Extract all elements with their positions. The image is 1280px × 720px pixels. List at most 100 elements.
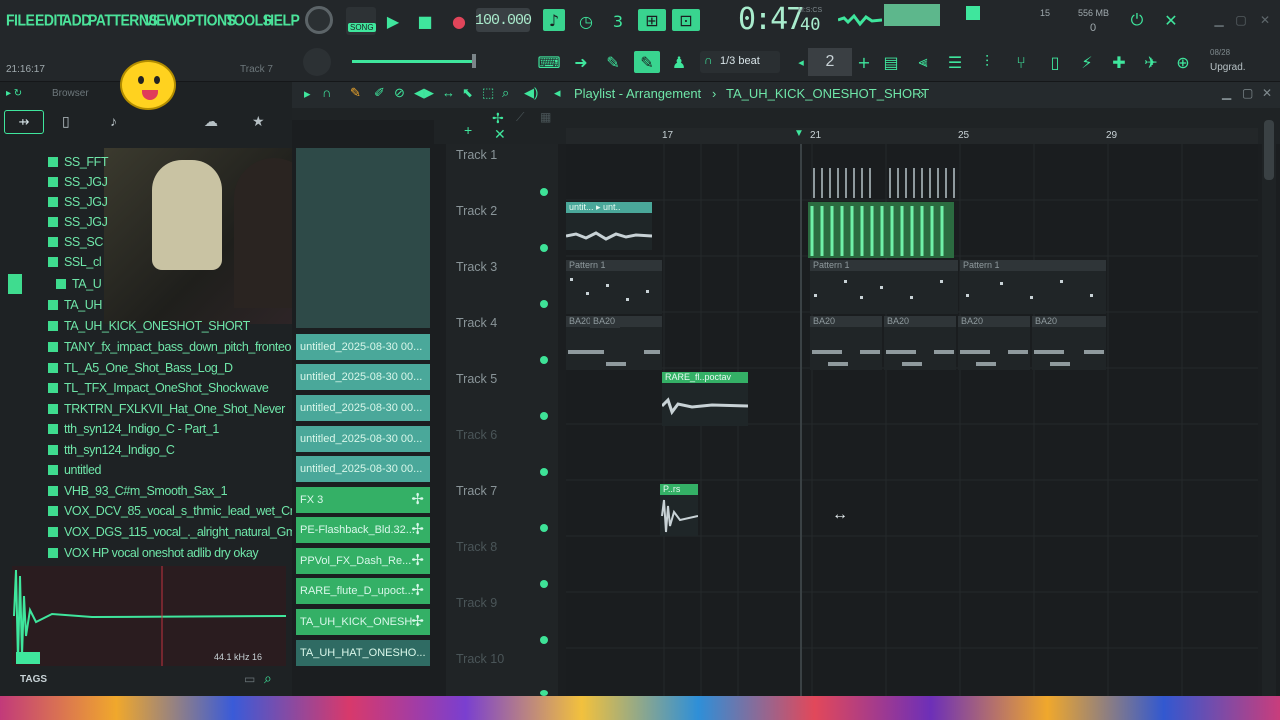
song-mode-toggle[interactable]: SONG <box>346 7 376 35</box>
clip-pattern[interactable]: Pattern 1 <box>566 260 662 314</box>
track-mute-toggle[interactable] <box>540 468 548 476</box>
menu-edit[interactable]: EDIT <box>35 11 65 29</box>
track-mute-toggle[interactable] <box>540 244 548 252</box>
browser-files-icon[interactable]: ▯ <box>62 113 70 130</box>
clip-audio[interactable]: P..rs <box>660 484 698 536</box>
list-item[interactable]: VOX_DGS_115_vocal_._alright_natural_Gm <box>48 522 296 542</box>
paint-icon[interactable]: ✐ <box>374 85 385 101</box>
select-box-icon[interactable]: ⬚ <box>482 85 494 101</box>
list-item[interactable]: SS_JGJ <box>48 212 108 232</box>
clip-bass-pattern[interactable]: BA20 <box>1032 316 1106 370</box>
channel-rack-icon[interactable]: ⫷ <box>912 51 934 73</box>
playlist-maximize-icon[interactable]: ▢ <box>1242 86 1253 100</box>
preview-play-button[interactable] <box>16 652 40 664</box>
vertical-scrollbar[interactable] <box>1262 110 1276 696</box>
clip-pattern[interactable]: Pattern 1 <box>810 260 958 314</box>
list-item[interactable]: VHB_93_C#m_Smooth_Sax_1 <box>48 481 228 501</box>
blend-notes-icon[interactable]: ⊞ <box>638 9 666 31</box>
breadcrumb[interactable]: TA_UH_KICK_ONESHOT_SHORT <box>726 86 929 101</box>
picker-pattern[interactable]: PPVol_FX_Dash_Re... ✢ <box>296 548 430 574</box>
menu-add[interactable]: ADD <box>62 11 91 29</box>
browser-favorites-icon[interactable]: ★ <box>252 113 265 130</box>
clip-bass-pattern-inner[interactable]: BA20 <box>590 316 620 328</box>
mixer-icon[interactable]: ⫶ <box>976 51 998 73</box>
clip-hat-pattern[interactable] <box>810 148 960 200</box>
track-mode-icon[interactable]: ✢ <box>492 110 504 127</box>
remove-track-icon[interactable]: ✕ <box>494 126 506 143</box>
record-icon[interactable]: ● <box>448 10 470 32</box>
list-item[interactable]: tth_syn124_Indigo_C <box>48 440 175 460</box>
picker-pattern[interactable]: PE-Flashback_Bld.32... ✢ <box>296 517 430 543</box>
list-item[interactable]: SS_SC <box>48 232 103 252</box>
playlist-icon[interactable]: ▤ <box>880 51 902 73</box>
track-label[interactable]: Track 4 <box>456 316 497 330</box>
folder-icon[interactable]: ▭ <box>244 672 255 686</box>
picker-clip[interactable]: untitled_2025-08-30 00... <box>296 426 430 452</box>
stamp-icon[interactable]: ♟ <box>668 51 690 73</box>
draw-mode-icon[interactable]: ✎ <box>634 51 660 73</box>
microphone-icon[interactable]: ✚ <box>1108 51 1130 73</box>
track-label[interactable]: Track 2 <box>456 204 497 218</box>
track-mute-toggle[interactable] <box>540 412 548 420</box>
snap-select[interactable]: ∩ 1/3 beat <box>700 51 780 73</box>
track-mute-toggle[interactable] <box>540 356 548 364</box>
master-volume-knob[interactable] <box>305 6 333 34</box>
browser-cloud-icon[interactable]: ☁ <box>204 113 218 130</box>
browser-options-icon[interactable]: ▸ ↻ <box>6 88 22 99</box>
mute-icon[interactable]: ◀▶ <box>414 85 434 101</box>
clip-pattern[interactable]: Pattern 1 <box>960 260 1106 314</box>
list-item[interactable]: SSL_cl <box>48 252 102 272</box>
menu-file[interactable]: FILE <box>6 11 35 29</box>
clip-audio[interactable]: RARE_fl..poctav <box>662 372 748 426</box>
menu-help[interactable]: HELP <box>264 11 300 29</box>
picker-clip[interactable]: untitled_2025-08-30 00... <box>296 364 430 390</box>
browser-plugin-icon[interactable]: ♪ <box>110 113 117 129</box>
list-item[interactable]: tth_syn124_Indigo_C - Part_1 <box>48 419 219 439</box>
playlist-minimize-icon[interactable]: ▁ <box>1222 86 1231 100</box>
magnet-snap-icon[interactable]: ∩ <box>322 85 331 100</box>
loop-record-icon[interactable]: ⊡ <box>672 9 700 31</box>
track-label[interactable]: Track 5 <box>456 372 497 386</box>
timeline-ruler[interactable]: 17 21 25 29 ▼ <box>566 128 1258 144</box>
clip-bass-pattern[interactable]: BA20 <box>958 316 1030 370</box>
list-item[interactable]: TL_A5_One_Shot_Bass_Log_D <box>48 358 233 378</box>
clip-audio[interactable]: untit... ▸ unt.. <box>566 202 652 250</box>
arrow-right-icon[interactable]: ➜ <box>570 51 592 73</box>
master-pitch-knob[interactable] <box>303 48 331 76</box>
metronome-icon[interactable]: ♪ <box>543 9 565 31</box>
list-item[interactable]: VOX HP vocal oneshot adlib dry okay <box>48 543 259 563</box>
list-item[interactable]: TA_UH <box>48 295 102 315</box>
picker-pattern[interactable]: TA_UH_KICK_ONESH... ✢ <box>296 609 430 635</box>
stop-icon[interactable]: ■ <box>414 10 436 32</box>
zoom-icon[interactable]: ⌕ <box>502 85 509 101</box>
track-mute-toggle[interactable] <box>540 636 548 644</box>
sample-preview[interactable]: 44.1 kHz 16 <box>12 566 287 666</box>
picker-pattern[interactable]: RARE_flute_D_upoct... ✢ <box>296 578 430 604</box>
main-volume-slider[interactable] <box>352 60 472 63</box>
clip-bass-pattern[interactable]: BA20 <box>810 316 882 370</box>
list-item-selected[interactable]: TA_U <box>56 274 102 294</box>
browser-all-tab[interactable]: ⇸ <box>4 110 44 134</box>
list-item[interactable]: TANY_fx_impact_bass_down_pitch_fronteo <box>48 337 291 357</box>
list-item[interactable]: TA_UH_KICK_ONESHOT_SHORT <box>48 316 250 336</box>
maximize-icon[interactable]: ▢ <box>1230 9 1252 31</box>
play-icon[interactable]: ▶ <box>382 10 404 32</box>
list-item[interactable]: untitled <box>48 460 102 480</box>
add-track-icon[interactable]: + <box>464 122 472 138</box>
keyboard-icon[interactable]: ⌨ <box>537 51 560 73</box>
track-mute-toggle[interactable] <box>540 300 548 308</box>
menu-view[interactable]: VIEW <box>144 11 178 29</box>
step-next-icon[interactable]: + <box>853 51 875 73</box>
tutorial-icon[interactable]: ✈ <box>1140 51 1162 73</box>
plugin-icon[interactable]: ⚡ <box>1076 51 1098 73</box>
list-item[interactable]: VOX_DCV_85_vocal_s_thmic_lead_wet_Cmin <box>48 501 309 521</box>
playlist-close-icon[interactable]: ✕ <box>1262 86 1272 100</box>
browser-tree-icon[interactable]: ⑂ <box>1010 51 1032 73</box>
clip-kick-pattern[interactable] <box>808 202 954 258</box>
playlist-arrow-icon[interactable]: ▸ <box>304 86 311 102</box>
track-mute-toggle[interactable] <box>540 580 548 588</box>
main-volume-handle[interactable] <box>472 54 476 68</box>
track-mute-toggle[interactable] <box>540 188 548 196</box>
picker-pattern[interactable]: FX 3 ✢ <box>296 487 430 513</box>
countdown-icon[interactable]: 3 <box>607 10 629 32</box>
